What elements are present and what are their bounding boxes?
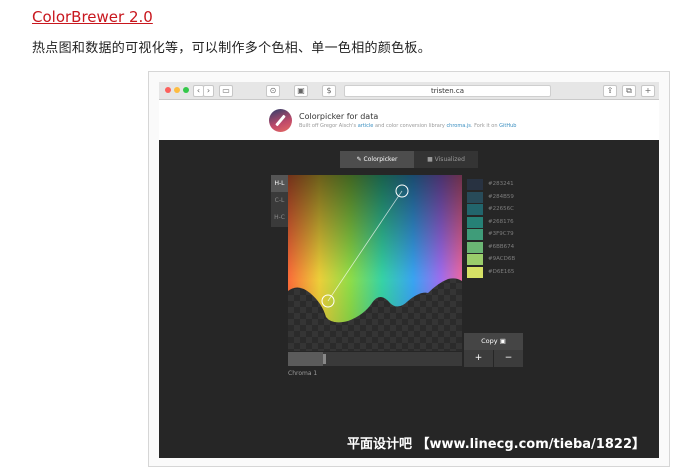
maximize-window-button[interactable] [183, 87, 189, 93]
out-of-gamut-region [288, 278, 462, 351]
chroma-slider-handle[interactable] [322, 354, 326, 364]
palette-row[interactable]: #284B59 [464, 191, 523, 204]
palette-row[interactable]: #3F9C79 [464, 229, 523, 241]
app-header: Colorpicker for data Built off Gregor Ai… [159, 100, 659, 140]
gradient-line [327, 190, 403, 302]
subtitle-text: Built off Gregor Aisch's [299, 123, 358, 129]
color-swatch[interactable] [467, 191, 483, 203]
article-link[interactable]: article [358, 123, 374, 129]
page-title[interactable]: ColorBrewer 2.0 [32, 8, 153, 26]
tab-colorpicker[interactable]: ✎ Colorpicker [340, 151, 414, 168]
hex-value: #3F9C79 [488, 231, 514, 237]
share-icon[interactable]: ⇪ [603, 85, 617, 97]
new-tab-icon[interactable]: + [641, 85, 655, 97]
copy-button[interactable]: Copy ▣ [464, 333, 523, 350]
palette-list: #283241 #284B59 #22656C #268176 #3F9C79 #6BB6… [464, 175, 523, 283]
subtitle-text: and color conversion library [373, 123, 447, 129]
color-swatch[interactable] [467, 241, 483, 253]
copy-label: Copy [481, 337, 498, 345]
page-description: 热点图和数据的可视化等，可以制作多个色相、单一色相的颜色板。 [32, 41, 432, 56]
clipboard-icon: ▣ [499, 337, 506, 345]
chroma-label: Chroma 1 [288, 370, 318, 377]
tabs-icon[interactable]: ⧉ [622, 85, 636, 97]
canvas-overlay [288, 184, 462, 351]
color-space-canvas[interactable] [288, 175, 462, 351]
tab-view-icon[interactable]: ▣ [294, 85, 308, 97]
palette-row[interactable]: #6BB674 [464, 241, 523, 254]
chroma-slider-fill [288, 352, 323, 366]
hex-value: #22656C [488, 206, 514, 212]
mode-cl[interactable]: C-L [271, 192, 288, 209]
reader-icon[interactable]: ⊙ [266, 85, 280, 97]
color-swatch[interactable] [467, 254, 483, 265]
hex-value: #284B59 [488, 193, 514, 200]
hex-value: #268176 [488, 218, 514, 225]
address-bar[interactable]: tristen.ca [344, 85, 551, 97]
tab-colorpicker-label: Colorpicker [363, 156, 398, 163]
hex-value: #283241 [488, 181, 514, 187]
chromajs-link[interactable]: chroma.js [446, 123, 470, 129]
browser-window: ‹ › ▭ ⊙ ▣ $ tristen.ca ⇪ ⧉ + Colorpicker… [159, 82, 659, 458]
watermark: 平面设计吧 【www.linecg.com/tieba/1822】 [346, 437, 645, 452]
dollar-extension-icon[interactable]: $ [322, 85, 336, 97]
eyedropper-logo-icon [269, 109, 292, 132]
tab-visualized[interactable]: ■ Visualized [414, 151, 478, 168]
forward-button[interactable]: › [203, 85, 214, 97]
subtitle-text: . Fork it on [470, 123, 500, 129]
hex-value: #6BB674 [488, 243, 515, 250]
mode-hc[interactable]: H-C [271, 209, 288, 226]
color-swatch[interactable] [467, 266, 483, 278]
mode-selector: H-L C-L H-C [271, 175, 288, 227]
mode-hl[interactable]: H-L [271, 175, 288, 192]
palette-row[interactable]: #9ACD6B [464, 254, 523, 266]
app-title: Colorpicker for data [299, 112, 379, 121]
add-color-button[interactable]: + [464, 350, 493, 367]
close-window-button[interactable] [165, 87, 171, 93]
palette-row[interactable]: #268176 [464, 216, 523, 229]
hex-value: #9ACD6B [488, 256, 516, 262]
tab-visualized-label: Visualized [434, 156, 465, 163]
palette-row[interactable]: #D6E165 [464, 266, 523, 279]
color-swatch[interactable] [467, 204, 483, 215]
palette-row[interactable]: #283241 [464, 179, 523, 191]
browser-toolbar: ‹ › ▭ ⊙ ▣ $ tristen.ca ⇪ ⧉ + [159, 82, 659, 100]
hex-value: #D6E165 [488, 268, 515, 275]
color-swatch[interactable] [467, 229, 483, 240]
sidebar-icon[interactable]: ▭ [219, 85, 233, 97]
github-link[interactable]: GitHub [499, 123, 516, 129]
eyedropper-icon: ✎ [356, 156, 362, 163]
minimize-window-button[interactable] [174, 87, 180, 93]
color-swatch[interactable] [467, 216, 483, 228]
camera-icon: ■ [427, 156, 433, 163]
remove-color-button[interactable]: − [494, 350, 523, 367]
chroma-slider[interactable] [288, 352, 462, 366]
app-subtitle: Built off Gregor Aisch's article and col… [299, 123, 516, 129]
palette-row[interactable]: #22656C [464, 204, 523, 216]
color-swatch[interactable] [467, 179, 483, 190]
